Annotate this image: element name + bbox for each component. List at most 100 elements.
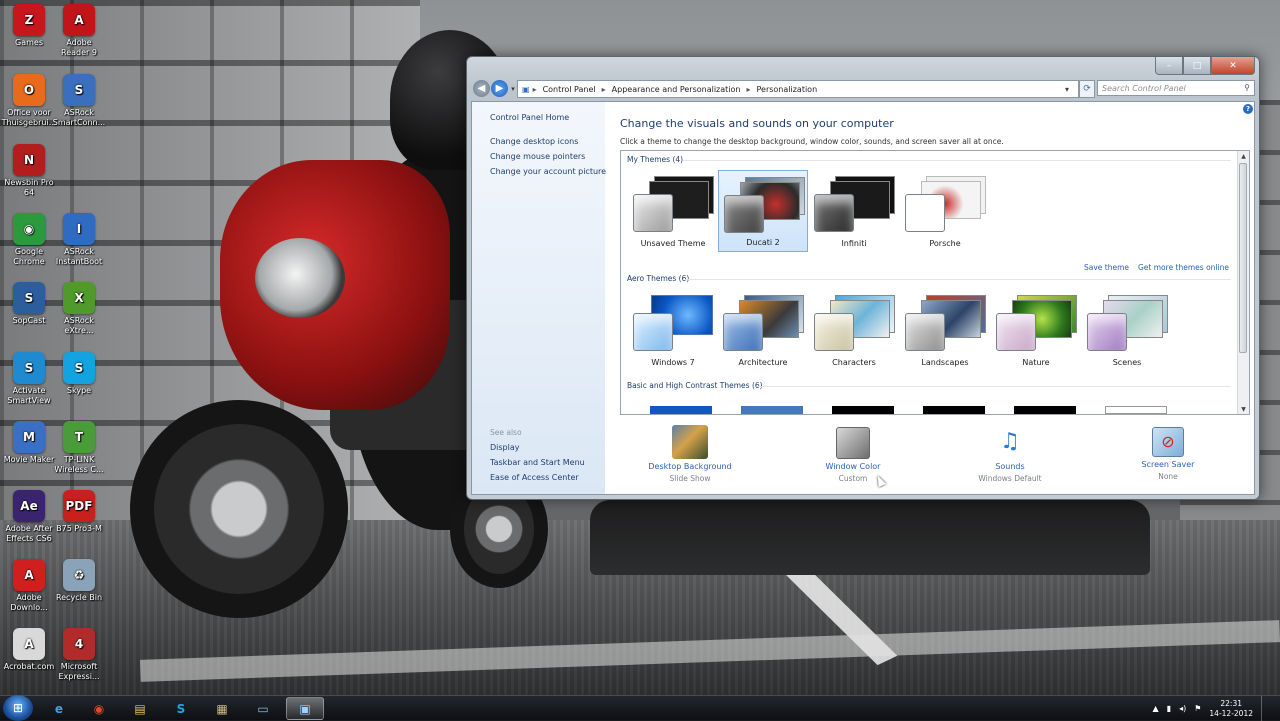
breadcrumb-control-panel[interactable]: Control Panel <box>543 85 596 94</box>
theme-scenes[interactable]: Scenes <box>1082 289 1172 371</box>
taskbar-movie-maker-icon[interactable]: ▦ <box>203 697 241 720</box>
theme-nature[interactable]: Nature <box>991 289 1081 371</box>
control-panel-home-link[interactable]: Control Panel Home <box>490 113 569 122</box>
maximize-button[interactable]: □ <box>1183 57 1211 75</box>
address-dropdown-icon[interactable]: ▾ <box>1065 85 1069 94</box>
theme-ducati-2[interactable]: Ducati 2 <box>718 170 808 252</box>
divider <box>683 160 1231 161</box>
taskbar-skype-icon[interactable]: S <box>162 697 200 720</box>
change-mouse-pointers-link[interactable]: Change mouse pointers <box>490 152 585 161</box>
theme-label: Unsaved Theme <box>640 239 706 248</box>
chrome-icon: ◉ <box>13 213 45 245</box>
ease-of-access-link[interactable]: Ease of Access Center <box>490 473 579 482</box>
theme-color-swatch <box>723 313 763 351</box>
desktop-icon[interactable]: T TP-LINK Wireless C... <box>47 421 111 475</box>
screen-saver-value: None <box>1158 472 1178 481</box>
taskbar-chrome-icon[interactable]: ◉ <box>80 697 118 720</box>
window-controls: – □ ✕ <box>1155 57 1255 75</box>
display-link[interactable]: Display <box>490 443 520 452</box>
start-button[interactable]: ⊞ <box>3 695 33 721</box>
theme-unsaved[interactable]: Unsaved Theme <box>628 170 718 252</box>
theme-windows-7[interactable]: Windows 7 <box>628 289 718 371</box>
forward-button[interactable]: ▶ <box>491 80 508 97</box>
action-center-icon[interactable]: ⚑ <box>1194 704 1201 713</box>
change-desktop-icons-link[interactable]: Change desktop icons <box>490 137 578 146</box>
save-theme-link[interactable]: Save theme <box>1084 263 1129 272</box>
desktop-icon[interactable]: S ASRock SmartConn... <box>47 74 111 128</box>
screen-saver-icon: ⊘ <box>1152 427 1184 457</box>
theme-basic-5[interactable] <box>1014 406 1076 414</box>
taskbar-explorer-icon[interactable]: ▤ <box>121 697 159 720</box>
help-icon[interactable]: ? <box>1243 104 1253 114</box>
taskbar-control-panel-icon[interactable]: ▣ <box>286 697 324 720</box>
theme-porsche[interactable]: Porsche <box>900 170 990 252</box>
desktop-icon-label: SmartConn... <box>52 118 106 127</box>
theme-basic-4[interactable] <box>923 406 985 414</box>
wallpaper-headlight <box>255 238 345 318</box>
back-button[interactable]: ◀ <box>473 80 490 97</box>
theme-color-swatch <box>814 313 854 351</box>
theme-list-scrollbar[interactable]: ▲ ▼ <box>1237 151 1249 414</box>
change-account-picture-link[interactable]: Change your account picture <box>490 167 606 176</box>
scroll-up-icon[interactable]: ▲ <box>1238 151 1249 161</box>
sounds-button[interactable]: ♫ Sounds Windows Default <box>950 425 1070 483</box>
theme-label: Ducati 2 <box>746 238 780 247</box>
breadcrumb-appearance[interactable]: Appearance and Personalization <box>612 85 741 94</box>
newsbin-icon: N <box>13 144 45 176</box>
theme-basic-6[interactable] <box>1105 406 1167 414</box>
theme-infiniti[interactable]: Infiniti <box>809 170 899 252</box>
get-more-themes-link[interactable]: Get more themes online <box>1138 263 1229 272</box>
window-color-button[interactable]: Window Color Custom <box>793 425 913 483</box>
search-icon[interactable]: ⚲ <box>1244 83 1250 92</box>
desktop-icon[interactable]: I ASRock InstantBoot <box>47 213 111 267</box>
desktop-icon-label: ASRock <box>64 247 94 256</box>
chevron-right-icon: ▸ <box>601 84 606 94</box>
taskbar-start-menu-link[interactable]: Taskbar and Start Menu <box>490 458 585 467</box>
theme-label: Landscapes <box>921 358 969 367</box>
desktop-icon[interactable]: S Skype <box>47 352 111 396</box>
theme-basic-1[interactable] <box>650 406 712 414</box>
theme-basic-3[interactable] <box>832 406 894 414</box>
divider <box>685 279 1231 280</box>
page-title: Change the visuals and sounds on your co… <box>620 117 894 130</box>
desktop-icon-label: B75 Pro3-M <box>56 524 102 533</box>
screen-saver-button[interactable]: ⊘ Screen Saver None <box>1108 425 1228 481</box>
page-description: Click a theme to change the desktop back… <box>620 137 1004 146</box>
desktop-icon[interactable]: PDF B75 Pro3-M <box>47 490 111 534</box>
taskbar-internet-explorer-icon[interactable]: e <box>40 697 78 720</box>
search-input[interactable]: Search Control Panel ⚲ <box>1097 80 1255 96</box>
theme-architecture[interactable]: Architecture <box>718 289 808 371</box>
refresh-button[interactable]: ⟳ <box>1079 80 1095 98</box>
desktop-icon-label: Skype <box>66 386 92 395</box>
volume-icon[interactable]: ◂) <box>1179 704 1186 713</box>
desktop-icon[interactable]: A Adobe Reader 9 <box>47 4 111 58</box>
scroll-down-icon[interactable]: ▼ <box>1238 404 1249 414</box>
show-desktop-button[interactable] <box>1261 696 1272 721</box>
theme-color-swatch <box>814 194 854 232</box>
show-hidden-icons[interactable]: ▲ <box>1153 704 1159 713</box>
left-navigation-pane: Control Panel Home Change desktop icons … <box>472 102 606 494</box>
theme-characters[interactable]: Characters <box>809 289 899 371</box>
clock[interactable]: 22:31 14-12-2012 <box>1209 699 1253 719</box>
desktop-icon[interactable]: ♻ Recycle Bin <box>47 559 111 603</box>
desktop-background-button[interactable]: Desktop Background Slide Show <box>630 425 750 483</box>
minimize-button[interactable]: – <box>1155 57 1183 75</box>
desktop-icon-label: Wireless C... <box>54 465 104 474</box>
recent-pages-dropdown[interactable]: ▾ <box>509 80 517 97</box>
network-icon[interactable]: ▮ <box>1167 704 1171 713</box>
desktop-icon[interactable]: N Newsbin Pro 64 <box>0 144 61 198</box>
theme-label: Nature <box>1022 358 1050 367</box>
close-button[interactable]: ✕ <box>1211 57 1255 75</box>
desktop-icon-label: Downlo... <box>10 603 48 612</box>
theme-landscapes[interactable]: Landscapes <box>900 289 990 371</box>
taskbar-app-icon[interactable]: ▭ <box>244 697 282 720</box>
address-bar[interactable]: ▣ ▸ Control Panel ▸ Appearance and Perso… <box>517 80 1079 98</box>
chevron-right-icon: ▸ <box>746 84 751 94</box>
desktop-icon-label: TP-LINK <box>63 455 95 464</box>
desktop-icon[interactable]: X ASRock eXtre... <box>47 282 111 336</box>
theme-label: Porsche <box>929 239 961 248</box>
scroll-thumb[interactable] <box>1239 163 1247 353</box>
theme-basic-2[interactable] <box>741 406 803 414</box>
breadcrumb-personalization[interactable]: Personalization <box>756 85 817 94</box>
desktop-icon[interactable]: 4 Microsoft Expressi... <box>47 628 111 682</box>
